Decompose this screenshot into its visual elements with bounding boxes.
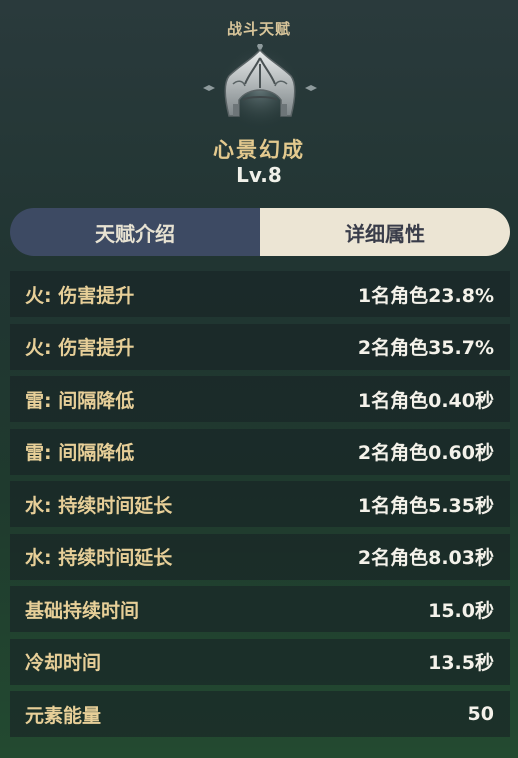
- attribute-value: 2名角色35.7%: [357, 337, 494, 359]
- attribute-label: 冷却时间: [25, 652, 102, 674]
- attribute-row: 火: 伤害提升 1名角色23.8%: [10, 271, 510, 317]
- attribute-value: 1名角色23.8%: [357, 284, 494, 307]
- attribute-label: 雷: 间隔降低: [25, 389, 135, 412]
- attribute-row: 雷: 间隔降低 1名角色0.40秒: [10, 376, 510, 422]
- attribute-row: 元素能量 50: [10, 691, 510, 737]
- attribute-label: 水: 持续时间延长: [25, 547, 173, 569]
- attribute-row: 火: 伤害提升 2名角色35.7%: [10, 323, 510, 370]
- tab-detailed-attributes[interactable]: 详细属性: [260, 208, 510, 256]
- attribute-value: 1名角色0.40秒: [357, 389, 494, 412]
- attribute-label: 火: 伤害提升: [25, 284, 135, 307]
- attribute-label: 火: 伤害提升: [25, 337, 135, 359]
- attribute-value: 15.0秒: [428, 599, 494, 622]
- talent-category-title: 战斗天赋: [226, 20, 291, 38]
- detail-tabs: 天赋介绍 详细属性: [10, 208, 510, 256]
- talent-level: Lv.8: [236, 163, 282, 187]
- attribute-list: 火: 伤害提升 1名角色23.8% 火: 伤害提升 2名角色35.7% 雷: 间…: [10, 271, 510, 744]
- tab-talent-intro[interactable]: 天赋介绍: [10, 208, 260, 256]
- attribute-value: 2名角色0.60秒: [357, 442, 494, 464]
- attribute-label: 元素能量: [25, 704, 102, 727]
- attribute-value: 13.5秒: [428, 652, 494, 674]
- attribute-label: 雷: 间隔降低: [25, 442, 135, 464]
- attribute-row: 水: 持续时间延长 1名角色5.35秒: [10, 481, 510, 527]
- attribute-row: 冷却时间 13.5秒: [10, 638, 510, 685]
- attribute-value: 1名角色5.35秒: [357, 494, 494, 517]
- attribute-label: 基础持续时间: [25, 599, 140, 622]
- attribute-value: 50: [467, 703, 494, 725]
- attribute-row: 基础持续时间 15.0秒: [10, 586, 510, 632]
- attribute-value: 2名角色8.03秒: [357, 547, 494, 569]
- attribute-label: 水: 持续时间延长: [25, 494, 173, 517]
- talent-name: 心景幻成: [213, 138, 305, 162]
- attribute-row: 雷: 间隔降低 2名角色0.60秒: [10, 428, 510, 475]
- talent-emblem-icon: [199, 40, 321, 134]
- attribute-row: 水: 持续时间延长 2名角色8.03秒: [10, 533, 510, 580]
